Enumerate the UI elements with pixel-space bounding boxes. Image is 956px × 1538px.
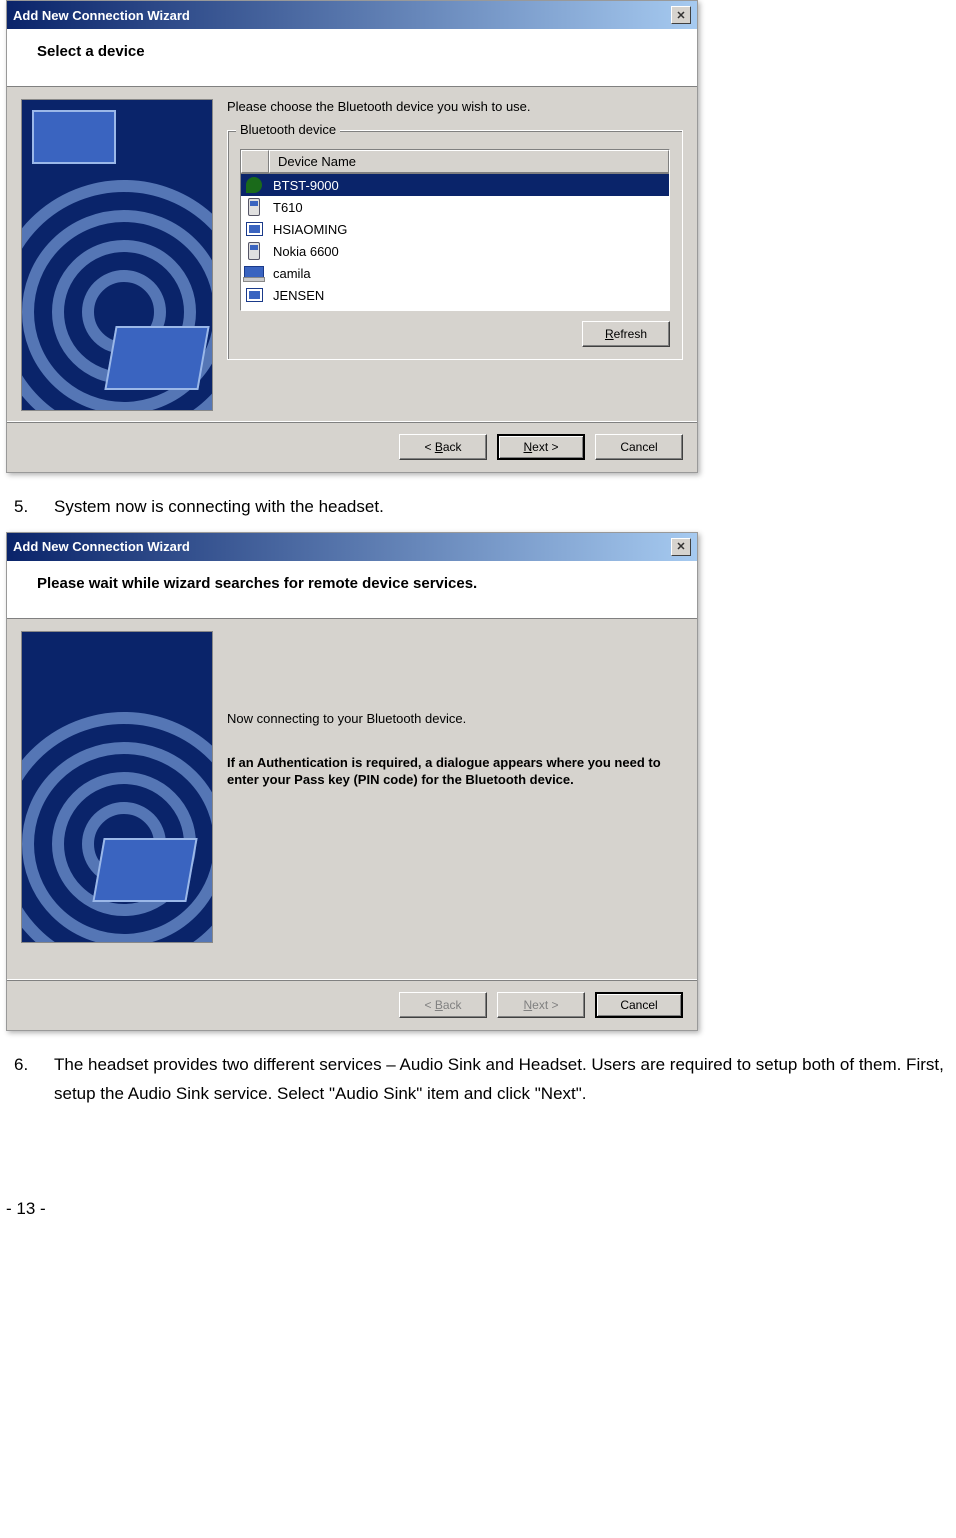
next-button[interactable]: Next > xyxy=(497,434,585,460)
list-item[interactable]: JENSEN xyxy=(241,284,669,306)
instruction-text: Please choose the Bluetooth device you w… xyxy=(227,99,683,114)
step-number: 5. xyxy=(6,493,54,522)
laptop-icon xyxy=(244,266,264,280)
desktop-icon xyxy=(246,288,263,302)
window-title: Add New Connection Wizard xyxy=(13,539,190,554)
step-text: System now is connecting with the headse… xyxy=(54,493,956,522)
authentication-message: If an Authentication is required, a dial… xyxy=(227,754,683,789)
wizard-footer: < Back Next > Cancel xyxy=(7,421,697,472)
header-icon-col[interactable] xyxy=(241,150,269,173)
wizard-header: Please wait while wizard searches for re… xyxy=(7,561,697,619)
connecting-message: Now connecting to your Bluetooth device. xyxy=(227,711,683,726)
close-icon[interactable]: ✕ xyxy=(671,6,691,24)
page-number: - 13 - xyxy=(6,1199,956,1219)
next-button: Next > xyxy=(497,992,585,1018)
titlebar: Add New Connection Wizard ✕ xyxy=(7,533,697,561)
groupbox-label: Bluetooth device xyxy=(236,122,340,137)
wizard-header-title: Select a device xyxy=(37,43,667,60)
device-name: camila xyxy=(267,264,669,283)
wizard-footer: < Back Next > Cancel xyxy=(7,979,697,1030)
step-5: 5. System now is connecting with the hea… xyxy=(6,493,956,522)
device-name: T610 xyxy=(267,198,669,217)
step-number: 6. xyxy=(6,1051,54,1109)
step-6: 6. The headset provides two different se… xyxy=(6,1051,956,1109)
device-name: Nokia 6600 xyxy=(267,242,669,261)
list-header: Device Name xyxy=(241,150,669,174)
step-text: The headset provides two different servi… xyxy=(54,1051,956,1109)
titlebar: Add New Connection Wizard ✕ xyxy=(7,1,697,29)
wizard-sidebar-image xyxy=(21,631,213,943)
device-name: HSIAOMING xyxy=(267,220,669,239)
wizard-header: Select a device xyxy=(7,29,697,87)
cancel-button[interactable]: Cancel xyxy=(595,434,683,460)
header-device-name[interactable]: Device Name xyxy=(269,150,669,173)
close-icon[interactable]: ✕ xyxy=(671,538,691,556)
refresh-label: efresh xyxy=(614,327,647,341)
back-button: < Back xyxy=(399,992,487,1018)
dialog-select-device: Add New Connection Wizard ✕ Select a dev… xyxy=(6,0,698,473)
list-item[interactable]: camila xyxy=(241,262,669,284)
list-item[interactable]: T610 xyxy=(241,196,669,218)
phone-icon xyxy=(248,242,260,260)
cancel-button[interactable]: Cancel xyxy=(595,992,683,1018)
dialog-searching: Add New Connection Wizard ✕ Please wait … xyxy=(6,532,698,1031)
desktop-icon xyxy=(246,222,263,236)
list-item[interactable]: BTST-9000 xyxy=(241,174,669,196)
bluetooth-device-groupbox: Bluetooth device Device Name BTST-9000T6… xyxy=(227,130,683,360)
device-name: JENSEN xyxy=(267,286,669,305)
list-item[interactable]: Nokia 6600 xyxy=(241,240,669,262)
device-list[interactable]: Device Name BTST-9000 T610 HSIAOMING Nokia … xyxy=(240,149,670,311)
list-item[interactable]: HSIAOMING xyxy=(241,218,669,240)
refresh-button[interactable]: Refresh xyxy=(582,321,670,347)
back-button[interactable]: < Back xyxy=(399,434,487,460)
window-title: Add New Connection Wizard xyxy=(13,8,190,23)
wizard-header-title: Please wait while wizard searches for re… xyxy=(37,575,667,592)
phone-icon xyxy=(248,198,260,216)
wizard-sidebar-image xyxy=(21,99,213,411)
headset-icon xyxy=(246,177,262,193)
device-name: BTST-9000 xyxy=(267,176,669,195)
